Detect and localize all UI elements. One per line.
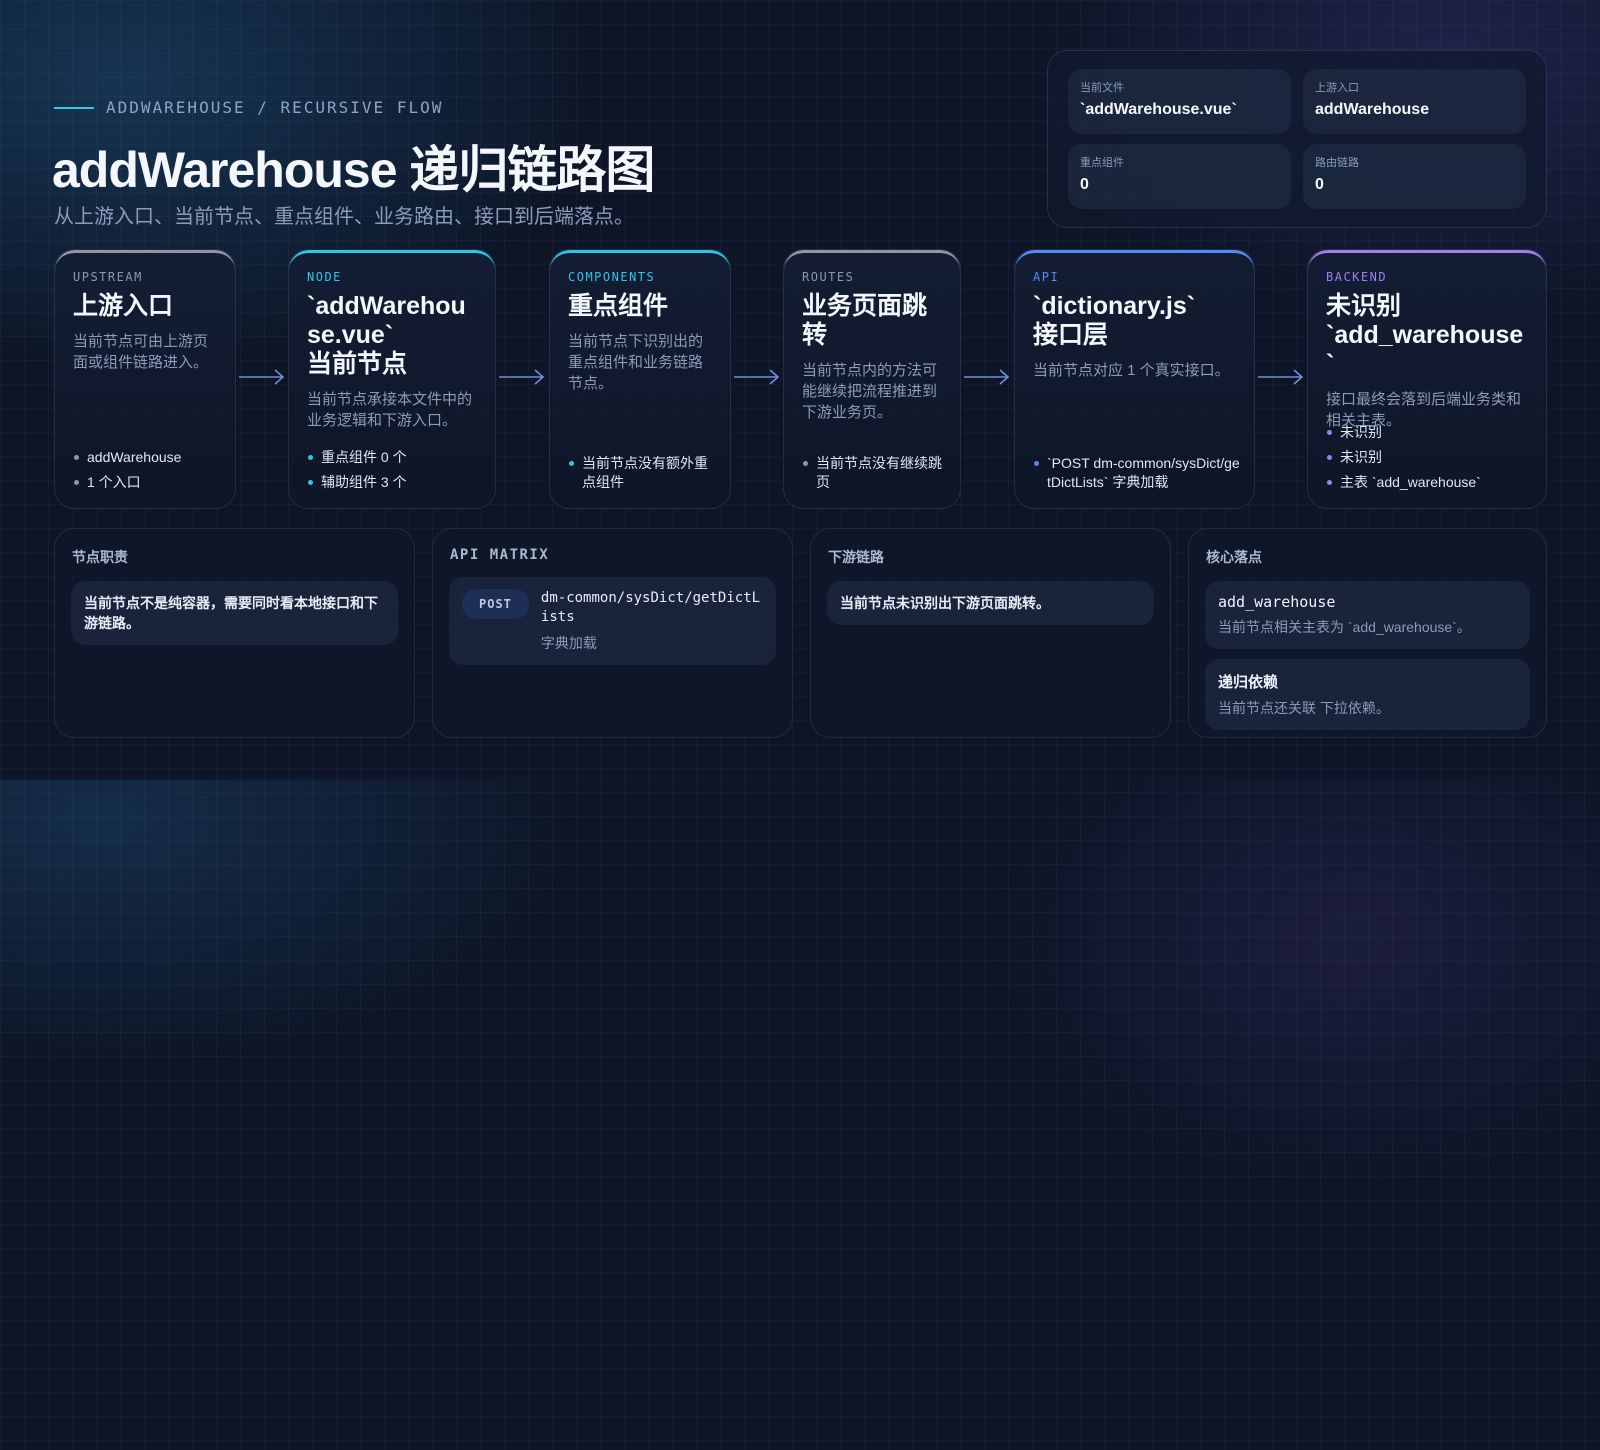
card-tag: API	[1033, 270, 1060, 284]
card-title: 未识别 `add_warehouse`	[1326, 292, 1524, 378]
stat-key-components: 重点组件 0	[1068, 144, 1291, 209]
stat-value: addWarehouse	[1315, 101, 1430, 118]
card-list: 重点组件 0 个 辅助组件 3 个	[307, 442, 481, 492]
card-description: 当前节点承接本文件中的业务逻辑和下游入口。	[307, 391, 473, 429]
card-tag: BACKEND	[1326, 270, 1388, 284]
card-description: 当前节点内的方法可能继续把流程推进到下游业务页。	[802, 362, 938, 421]
core-item-title: add_warehouse	[1218, 593, 1336, 611]
panel-title: API MATRIX	[450, 547, 550, 563]
downstream-box: 当前节点未识别出下游页面跳转。	[827, 581, 1154, 625]
card-list: 未识别 未识别 主表 `add_warehouse`	[1326, 417, 1532, 492]
stat-value: 0	[1080, 176, 1089, 193]
card-title: `dictionary.js` 接口层	[1033, 292, 1196, 349]
card-list-item: 辅助组件 3 个	[307, 473, 481, 492]
page-title: addWarehouse 递归链路图	[52, 142, 655, 198]
arrow-right-icon	[734, 369, 780, 385]
eyebrow-text: ADDWAREHOUSE / RECURSIVE FLOW	[106, 98, 444, 117]
duty-text: 当前节点不是纯容器，需要同时看本地接口和下游链路。	[84, 595, 378, 631]
core-item: 递归依赖 当前节点还关联 下拉依赖。	[1205, 659, 1530, 730]
duty-box: 当前节点不是纯容器，需要同时看本地接口和下游链路。	[71, 581, 398, 645]
stat-label: 重点组件	[1080, 157, 1124, 169]
card-list-item: 未识别	[1326, 423, 1532, 442]
card-tag: COMPONENTS	[568, 270, 656, 284]
card-list: 当前节点没有额外重点组件	[568, 448, 716, 492]
flow-card-routes: ROUTES 业务页面跳转 当前节点内的方法可能继续把流程推进到下游业务页。 当…	[783, 249, 961, 509]
stat-label: 上游入口	[1315, 82, 1359, 94]
downstream-text: 当前节点未识别出下游页面跳转。	[840, 595, 1050, 611]
card-list-item: 1 个入口	[73, 473, 221, 492]
card-tag: UPSTREAM	[73, 270, 143, 284]
arrow-right-icon	[499, 369, 545, 385]
stat-route-links: 路由链路 0	[1303, 144, 1526, 209]
panel-downstream: 下游链路 当前节点未识别出下游页面跳转。	[810, 528, 1171, 738]
background-glow-bottom	[0, 780, 1600, 1450]
panel-node-duty: 节点职责 当前节点不是纯容器，需要同时看本地接口和下游链路。	[54, 528, 415, 738]
card-description: 当前节点对应 1 个真实接口。	[1033, 362, 1230, 379]
stat-value: `addWarehouse.vue`	[1080, 101, 1237, 118]
flow-card-upstream: UPSTREAM 上游入口 当前节点可由上游页面或组件链路进入。 addWare…	[54, 249, 236, 509]
page-subtitle: 从上游入口、当前节点、重点组件、业务路由、接口到后端落点。	[54, 206, 634, 228]
flow-card-components: COMPONENTS 重点组件 当前节点下识别出的重点组件和业务链路节点。 当前…	[549, 249, 731, 509]
stat-current-file: 当前文件 `addWarehouse.vue`	[1068, 69, 1291, 134]
card-list-item: 主表 `add_warehouse`	[1326, 473, 1532, 492]
flow-card-api: API `dictionary.js` 接口层 当前节点对应 1 个真实接口。 `…	[1014, 249, 1255, 509]
stat-label: 当前文件	[1080, 82, 1124, 94]
panel-title: 节点职责	[72, 549, 128, 565]
card-list: addWarehouse 1 个入口	[73, 442, 221, 492]
card-list-item: 重点组件 0 个	[307, 448, 481, 467]
eyebrow: ADDWAREHOUSE / RECURSIVE FLOW	[54, 98, 443, 117]
panel-api-matrix: API MATRIX POST dm-common/sysDict/getDic…	[432, 528, 793, 738]
card-description: 当前节点可由上游页面或组件链路进入。	[73, 333, 209, 371]
card-title: 上游入口	[73, 292, 174, 320]
api-description: 字典加载	[540, 635, 597, 651]
card-list-item: 当前节点没有继续跳页	[802, 454, 946, 492]
arrow-right-icon	[964, 369, 1010, 385]
panel-title: 核心落点	[1206, 549, 1262, 565]
core-item: add_warehouse 当前节点相关主表为 `add_warehouse`。	[1205, 581, 1530, 649]
api-info: dm-common/sysDict/getDictLists 字典加载	[541, 589, 763, 653]
stat-upstream-entry: 上游入口 addWarehouse	[1303, 69, 1526, 134]
core-item-description: 当前节点还关联 下拉依赖。	[1218, 700, 1390, 716]
stat-value: 0	[1315, 176, 1324, 193]
arrow-right-icon	[239, 369, 285, 385]
panel-core-landing: 核心落点 add_warehouse 当前节点相关主表为 `add_wareho…	[1188, 528, 1547, 738]
card-list-item: `POST dm-common/sysDict/getDictLists` 字典…	[1033, 454, 1240, 492]
card-list: `POST dm-common/sysDict/getDictLists` 字典…	[1033, 448, 1240, 492]
api-path: dm-common/sysDict/getDictLists	[540, 590, 761, 625]
api-method-badge: POST	[462, 589, 529, 619]
api-row: POST dm-common/sysDict/getDictLists 字典加载	[462, 589, 763, 653]
background-divider	[0, 778, 1600, 780]
flow-card-node: NODE `addWarehouse.vue` 当前节点 当前节点承接本文件中的业…	[288, 249, 496, 509]
card-list-item: addWarehouse	[73, 448, 221, 467]
card-tag: ROUTES	[802, 270, 855, 284]
card-tag: NODE	[307, 270, 342, 284]
panel-title: 下游链路	[828, 549, 884, 565]
card-list: 当前节点没有继续跳页	[802, 448, 946, 492]
stat-label: 路由链路	[1315, 157, 1359, 169]
core-item-description: 当前节点相关主表为 `add_warehouse`。	[1218, 619, 1471, 635]
eyebrow-line	[54, 106, 94, 109]
card-title: `addWarehouse.vue` 当前节点	[307, 292, 466, 378]
card-list-item: 当前节点没有额外重点组件	[568, 454, 716, 492]
core-item-title: 递归依赖	[1218, 674, 1279, 691]
card-title: 重点组件	[568, 292, 669, 320]
stats-panel: 当前文件 `addWarehouse.vue` 上游入口 addWarehous…	[1047, 50, 1547, 228]
api-box: POST dm-common/sysDict/getDictLists 字典加载	[449, 577, 776, 665]
card-description: 当前节点下识别出的重点组件和业务链路节点。	[568, 333, 704, 392]
arrow-right-icon	[1258, 369, 1304, 385]
flow-card-backend: BACKEND 未识别 `add_warehouse` 接口最终会落到后端业务类和…	[1307, 249, 1547, 509]
card-title: 业务页面跳转	[802, 292, 928, 349]
card-list-item: 未识别	[1326, 448, 1532, 467]
